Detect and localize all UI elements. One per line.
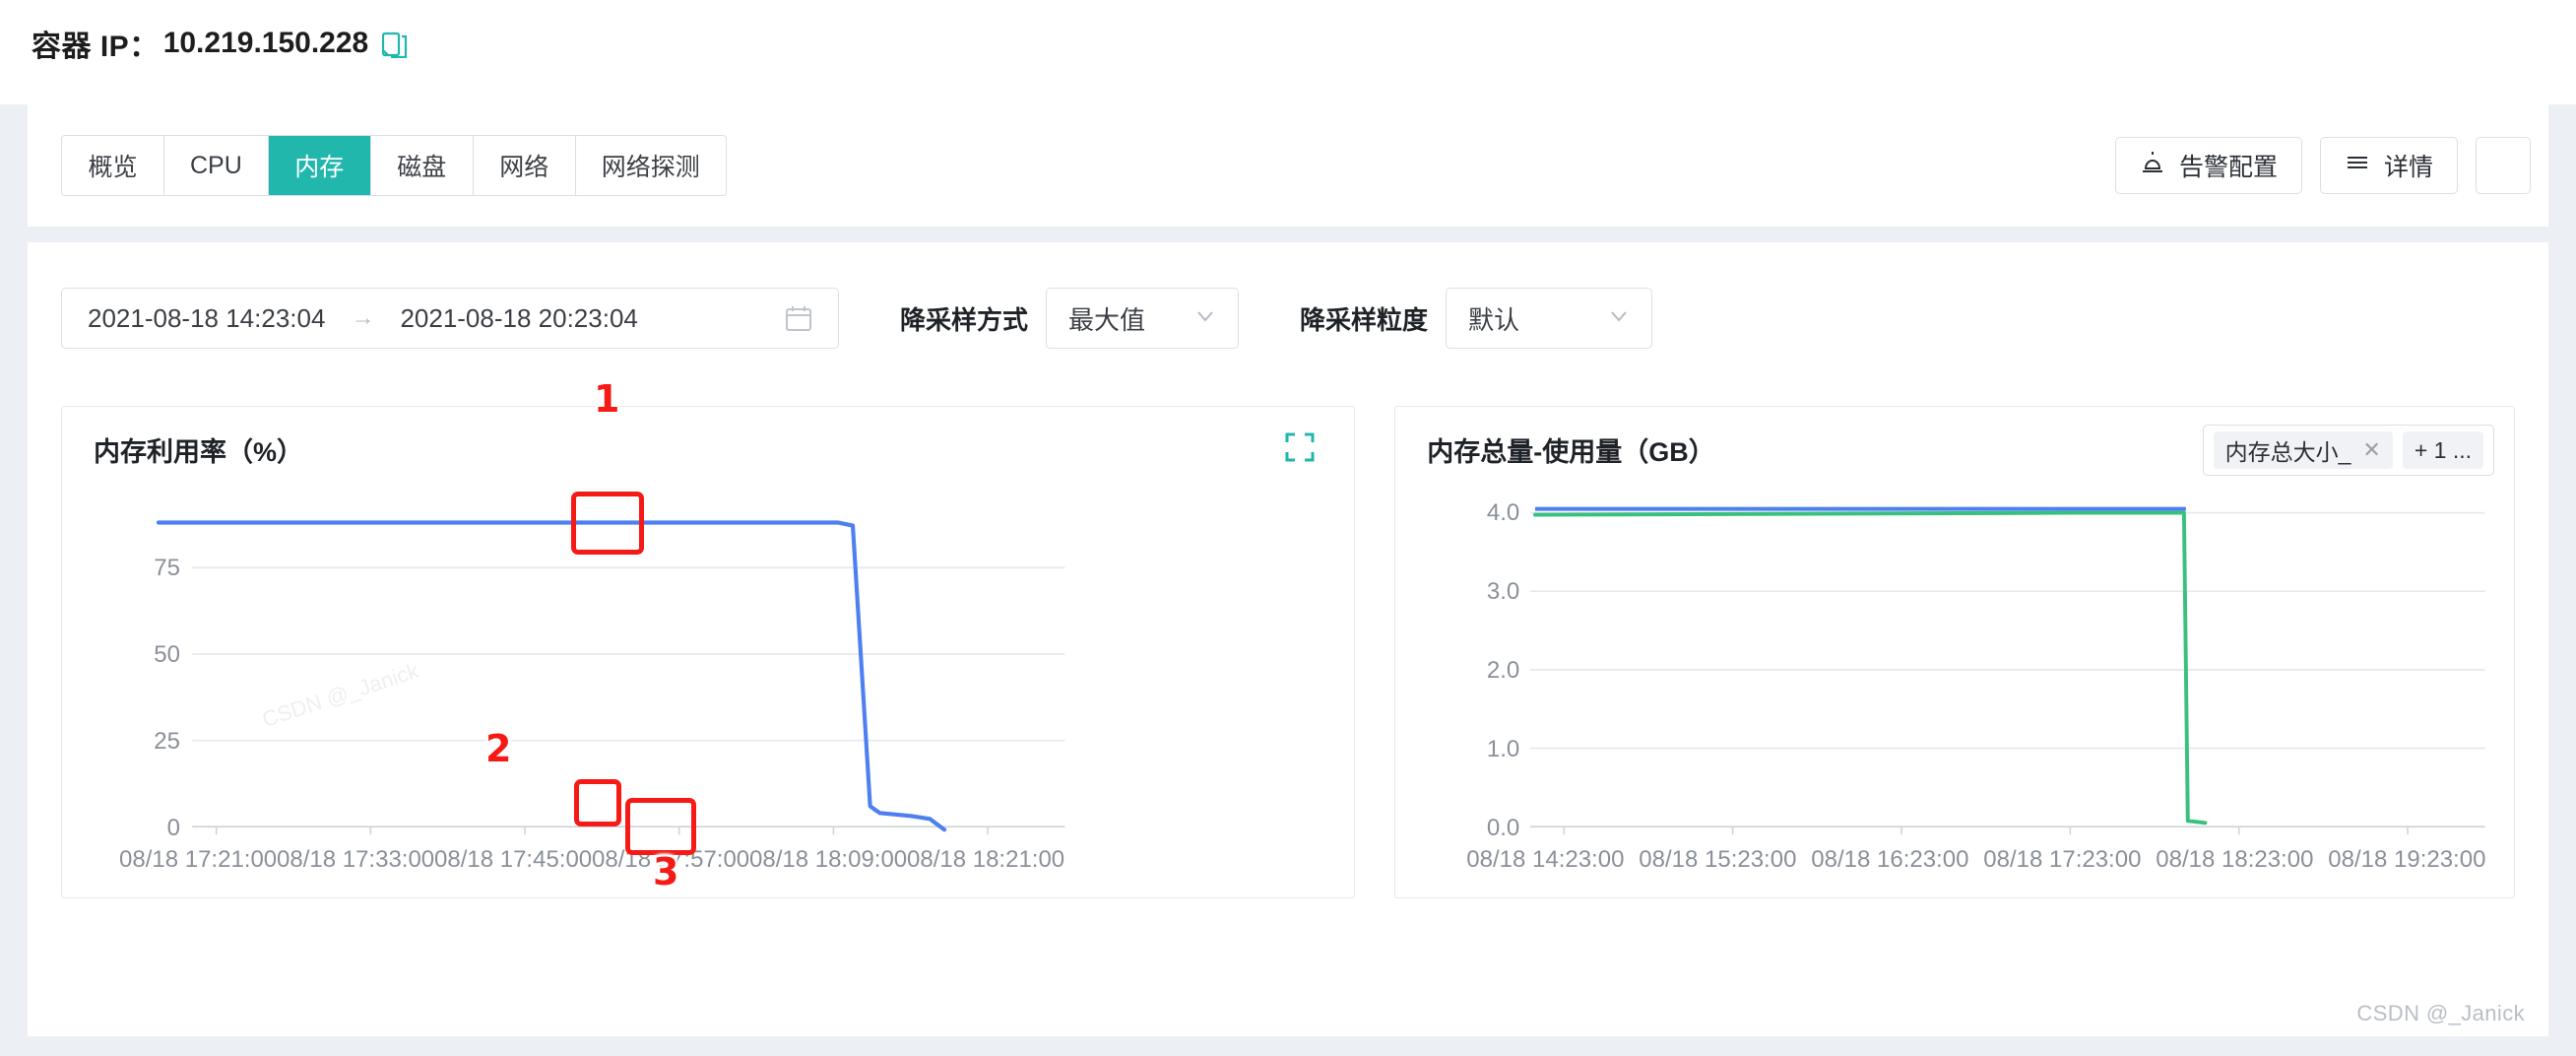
y-tick-4: 4.0 — [1486, 499, 1520, 526]
downsample-method-select[interactable]: 最大值 — [1046, 288, 1240, 349]
date-range-end[interactable]: 2021-08-18 20:23:04 — [400, 303, 637, 334]
date-range-start[interactable]: 2021-08-18 14:23:04 — [88, 303, 325, 334]
container-ip-value: 10.219.150.228 — [162, 27, 369, 59]
y-tick-1: 1.0 — [1486, 736, 1520, 762]
y-tick-3: 3.0 — [1486, 578, 1520, 605]
detail-button[interactable]: 详情 — [2319, 137, 2458, 194]
siren-icon — [2140, 150, 2165, 182]
x-tick-0: 08/18 17:21:00 — [119, 846, 278, 873]
memory-utilization-line — [156, 520, 947, 832]
downsample-granularity-label: 降采样粒度 — [1300, 304, 1429, 335]
watermark: CSDN @_Janick — [2356, 1001, 2525, 1025]
date-range-picker[interactable]: 2021-08-18 14:23:04 → 2021-08-18 20:23:0… — [61, 288, 839, 349]
memory-total-usage-chart: 内存总量-使用量（GB） 内存总大小_ ✕ + 1 ... 4.0 3.0 2.… — [1394, 406, 2515, 898]
y-tick-75: 75 — [154, 555, 180, 581]
x-tick-4: 08/18 18:09:00 — [749, 846, 908, 873]
downsample-method-value: 最大值 — [1068, 304, 1146, 335]
x-tick-5: 08/18 19:23:00 — [2328, 846, 2486, 873]
detail-label: 详情 — [2383, 154, 2433, 181]
menu-icon — [2345, 150, 2370, 182]
x-tick-3: 08/18 17:57:00 — [592, 846, 750, 873]
page-body: 概览 CPU 内存 磁盘 网络 网络探测 告警配置 详情 2021-08-18 … — [0, 104, 2576, 1056]
chart-plot-area — [1530, 506, 2485, 835]
alarm-config-button[interactable]: 告警配置 — [2114, 137, 2302, 194]
copy-icon[interactable] — [382, 29, 408, 58]
tab-memory[interactable]: 内存 — [268, 136, 371, 195]
page-header: 容器 IP： 10.219.150.228 — [0, 0, 2576, 87]
date-range-arrow-icon: → — [351, 304, 375, 331]
chevron-down-icon — [1194, 303, 1216, 334]
downsample-method-label: 降采样方式 — [900, 304, 1029, 335]
y-tick-0: 0.0 — [1486, 815, 1520, 841]
y-tick-25: 25 — [154, 728, 180, 755]
main-card: 2021-08-18 14:23:04 → 2021-08-18 20:23:0… — [28, 242, 2548, 1036]
x-tick-2: 08/18 17:45:00 — [434, 846, 593, 873]
x-tick-0: 08/18 14:23:00 — [1466, 846, 1625, 873]
alarm-config-label: 告警配置 — [2178, 154, 2278, 181]
chart-plot-area — [156, 520, 1065, 835]
x-tick-4: 08/18 18:23:00 — [2156, 846, 2314, 873]
tab-network-probe[interactable]: 网络探测 — [575, 136, 726, 195]
memory-utilization-chart: 内存利用率（%） 75 50 25 0 08/18 17:21:00 08/18… — [61, 377, 1356, 898]
downsample-granularity-select[interactable]: 默认 — [1446, 288, 1653, 349]
y-tick-2: 2.0 — [1486, 657, 1520, 684]
chevron-down-icon — [1608, 303, 1630, 334]
controls-row: 2021-08-18 14:23:04 → 2021-08-18 20:23:0… — [61, 288, 2515, 349]
calendar-icon[interactable] — [785, 304, 812, 332]
overflow-button[interactable] — [2476, 137, 2531, 194]
x-tick-1: 08/18 15:23:00 — [1639, 846, 1797, 873]
x-tick-1: 08/18 17:33:00 — [277, 846, 435, 873]
tab-disk[interactable]: 磁盘 — [370, 136, 474, 195]
header-actions: 告警配置 详情 — [2114, 137, 2531, 194]
tab-group: 概览 CPU 内存 磁盘 网络 网络探测 — [61, 135, 727, 196]
container-ip-label: 容器 IP： — [32, 31, 160, 63]
downsample-granularity-value: 默认 — [1468, 304, 1520, 335]
tab-network[interactable]: 网络 — [473, 136, 576, 195]
y-tick-50: 50 — [154, 641, 180, 668]
x-tick-3: 08/18 17:23:00 — [1983, 846, 2142, 873]
tab-cpu[interactable]: CPU — [164, 136, 269, 195]
tab-overview[interactable]: 概览 — [62, 136, 164, 195]
charts-row: 内存利用率（%） 75 50 25 0 08/18 17:21:00 08/18… — [61, 377, 2515, 898]
memory-used-line — [1533, 510, 2208, 825]
tab-card: 概览 CPU 内存 磁盘 网络 网络探测 告警配置 详情 — [28, 104, 2548, 227]
x-tick-2: 08/18 16:23:00 — [1811, 846, 1969, 873]
x-tick-5: 08/18 18:21:00 — [907, 846, 1065, 873]
y-tick-0: 0 — [166, 815, 180, 841]
